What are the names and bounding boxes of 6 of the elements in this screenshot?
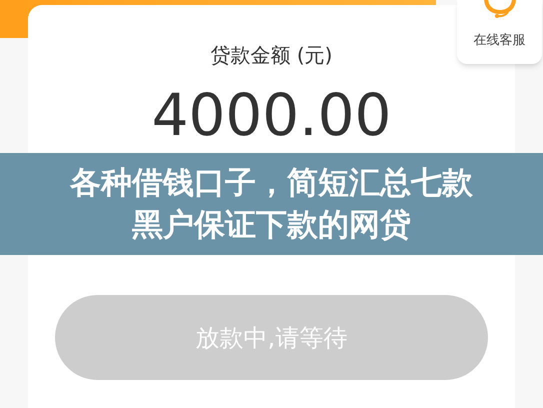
customer-service-button[interactable]: 在线客服 — [457, 0, 542, 64]
banner-title-line: 黑户保证下款的网贷 — [132, 206, 411, 245]
customer-service-label: 在线客服 — [474, 32, 526, 50]
loan-amount: 4000.00 — [152, 83, 392, 147]
banner-title-line: 各种借钱口子，简短汇总七款 — [70, 164, 473, 203]
amount-label: 贷款金额 (元) — [210, 42, 332, 69]
